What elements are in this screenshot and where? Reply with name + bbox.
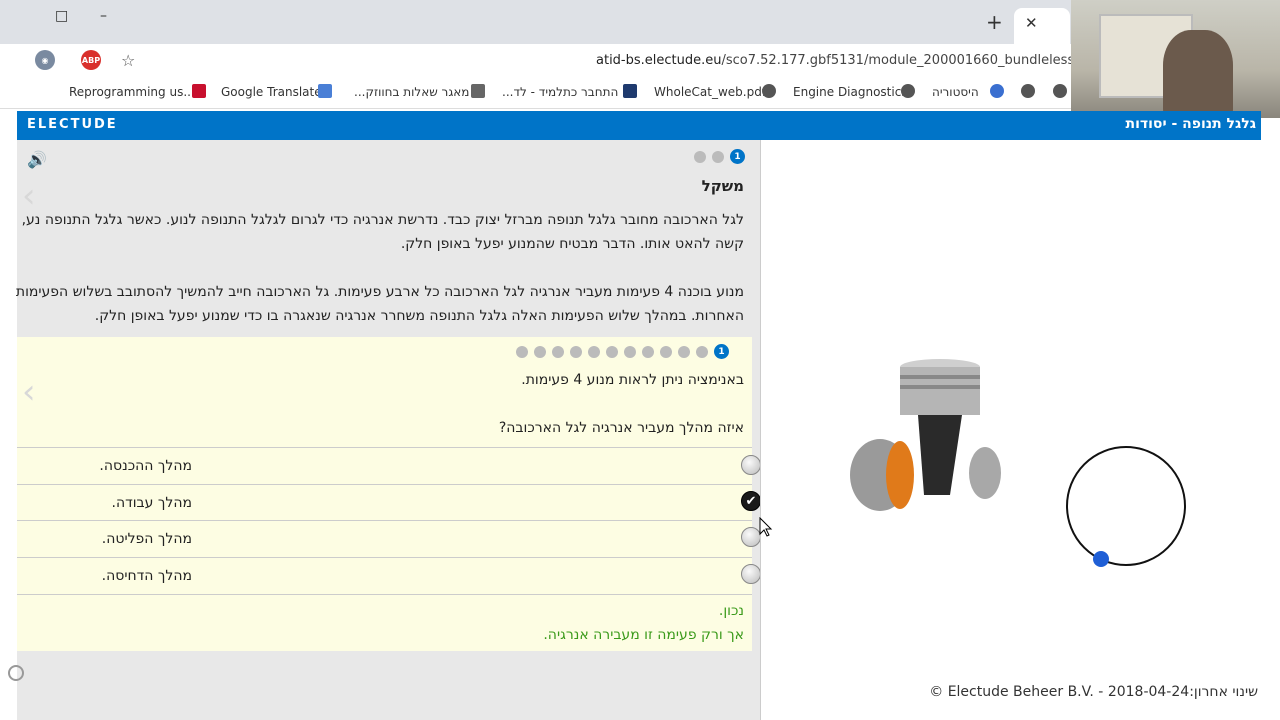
answer-option-2[interactable]: ✔ מהלך עבודה. xyxy=(17,484,761,521)
page-pager: 1 xyxy=(694,149,745,164)
answer-label: מהלך הדחיסה. xyxy=(101,568,192,584)
lesson-paragraph-2: מנוע בוכנה 4 פעימות מעביר אנרגיה לגל האר… xyxy=(15,284,744,324)
question-dot[interactable] xyxy=(534,345,546,358)
piston-ring xyxy=(900,375,980,379)
question-dot[interactable] xyxy=(642,345,654,358)
question-intro: באנימציה ניתן לראות מנוע 4 פעימות. xyxy=(521,372,744,388)
bookmark-star-icon[interactable]: ☆ xyxy=(121,51,135,70)
copyright-footer: © Electude Beheer B.V. - שינוי אחרון:201… xyxy=(929,684,1258,700)
adblock-extension-icon[interactable]: ABP xyxy=(81,50,101,70)
bookmark-item[interactable]: Reprogramming us... xyxy=(69,85,195,99)
question-dot[interactable] xyxy=(624,345,636,358)
translate-icon xyxy=(318,84,332,98)
minimize-icon[interactable]: – xyxy=(100,8,107,24)
webcam-overlay xyxy=(1071,0,1280,118)
question-dot[interactable] xyxy=(588,345,600,358)
pager-dot[interactable] xyxy=(694,150,706,163)
url-host: atid-bs.electude.eu xyxy=(596,53,722,68)
globe-icon[interactable] xyxy=(1053,84,1067,98)
answer-option-4[interactable]: מהלך הדחיסה. xyxy=(17,557,761,595)
maximize-icon[interactable]: □ xyxy=(55,8,68,24)
crank-circle xyxy=(1066,446,1186,566)
bookmark-item[interactable]: WholeCat_web.pdf xyxy=(654,85,766,99)
crank-position-dot xyxy=(1093,551,1109,567)
globe-icon[interactable] xyxy=(1021,84,1035,98)
bookmark-item[interactable]: מאגר שאלות בחווזק... xyxy=(354,85,469,99)
piston-ring xyxy=(900,385,980,389)
new-tab-icon[interactable]: + xyxy=(986,12,1003,32)
globe-extension-icon[interactable]: ◉ xyxy=(35,50,55,70)
crank-end xyxy=(969,447,1001,499)
answer-label: מהלך הפליטה. xyxy=(101,531,192,547)
crank-position-diagram xyxy=(1066,446,1186,567)
lesson-paragraph-1: לגל הארכובה מחובר גלגל תנופה מברזל יצוק … xyxy=(21,212,744,252)
answer-option-3[interactable]: מהלך הפליטה. xyxy=(17,520,761,557)
answer-label: מהלך עבודה. xyxy=(111,495,193,511)
speaker-icon[interactable]: 🔊 xyxy=(27,150,47,169)
address-bar[interactable]: atid-bs.electude.eu/sco7.52.177.gbf5131/… xyxy=(596,53,1072,68)
question-dot[interactable] xyxy=(606,345,618,358)
answer-label: מהלך ההכנסה. xyxy=(99,458,192,474)
webcam-person xyxy=(1163,30,1233,118)
electude-logo: ELECTUDE xyxy=(27,117,118,132)
settings-icon[interactable] xyxy=(8,665,24,681)
radio-unchecked-icon[interactable] xyxy=(741,527,761,547)
pager-dot[interactable] xyxy=(712,150,724,163)
question-dot[interactable] xyxy=(552,345,564,358)
question-dot[interactable] xyxy=(570,345,582,358)
robot-icon xyxy=(471,84,485,98)
engine-animation xyxy=(850,359,1001,511)
bookmark-item[interactable]: Google Translate xyxy=(221,85,322,99)
history-icon xyxy=(990,84,1004,98)
crank-bearing xyxy=(886,441,914,509)
piston-body xyxy=(900,367,980,415)
lesson-heading: משקל xyxy=(701,177,744,195)
answer-option-1[interactable]: מהלך ההכנסה. xyxy=(17,447,761,484)
bookmark-item[interactable]: Engine Diagnostics xyxy=(793,85,908,99)
globe-icon xyxy=(762,84,776,98)
snapon-icon xyxy=(192,84,206,98)
feedback-correct: נכון. xyxy=(718,603,744,619)
feedback-explanation: אך ורק פעימה זו מעבירה אנרגיה. xyxy=(543,627,744,643)
pager-dot-active[interactable]: 1 xyxy=(730,149,745,164)
connecting-rod xyxy=(918,415,962,495)
module-title: גלגל תנופה - יסודות xyxy=(1125,116,1256,132)
question-dot[interactable] xyxy=(696,345,708,358)
question-dot-active[interactable]: 1 xyxy=(714,344,729,359)
question-prompt: איזה מהלך מעביר אנרגיה לגל הארכובה? xyxy=(498,420,744,436)
module-header xyxy=(17,111,1261,140)
mouse-cursor-icon xyxy=(759,517,773,537)
prev-question-arrow-icon[interactable]: ‹ xyxy=(22,372,36,412)
bookmark-item[interactable]: היסטוריה xyxy=(932,85,979,99)
question-pager: 1 xyxy=(516,344,729,359)
question-dot[interactable] xyxy=(516,345,528,358)
e-doc-icon xyxy=(623,84,637,98)
browser-tab[interactable] xyxy=(1014,8,1070,44)
question-dot[interactable] xyxy=(660,345,672,358)
radio-unchecked-icon[interactable] xyxy=(741,564,761,584)
bookmark-item[interactable]: התחבר כתלמיד - לד... xyxy=(502,85,618,99)
close-tab-icon[interactable]: ✕ xyxy=(1025,14,1038,32)
globe-icon xyxy=(901,84,915,98)
url-path: /sco7.52.177.gbf5131/module_200001660_bu… xyxy=(721,53,1073,68)
radio-checked-icon[interactable]: ✔ xyxy=(741,491,761,511)
radio-unchecked-icon[interactable] xyxy=(741,455,761,475)
question-dot[interactable] xyxy=(678,345,690,358)
